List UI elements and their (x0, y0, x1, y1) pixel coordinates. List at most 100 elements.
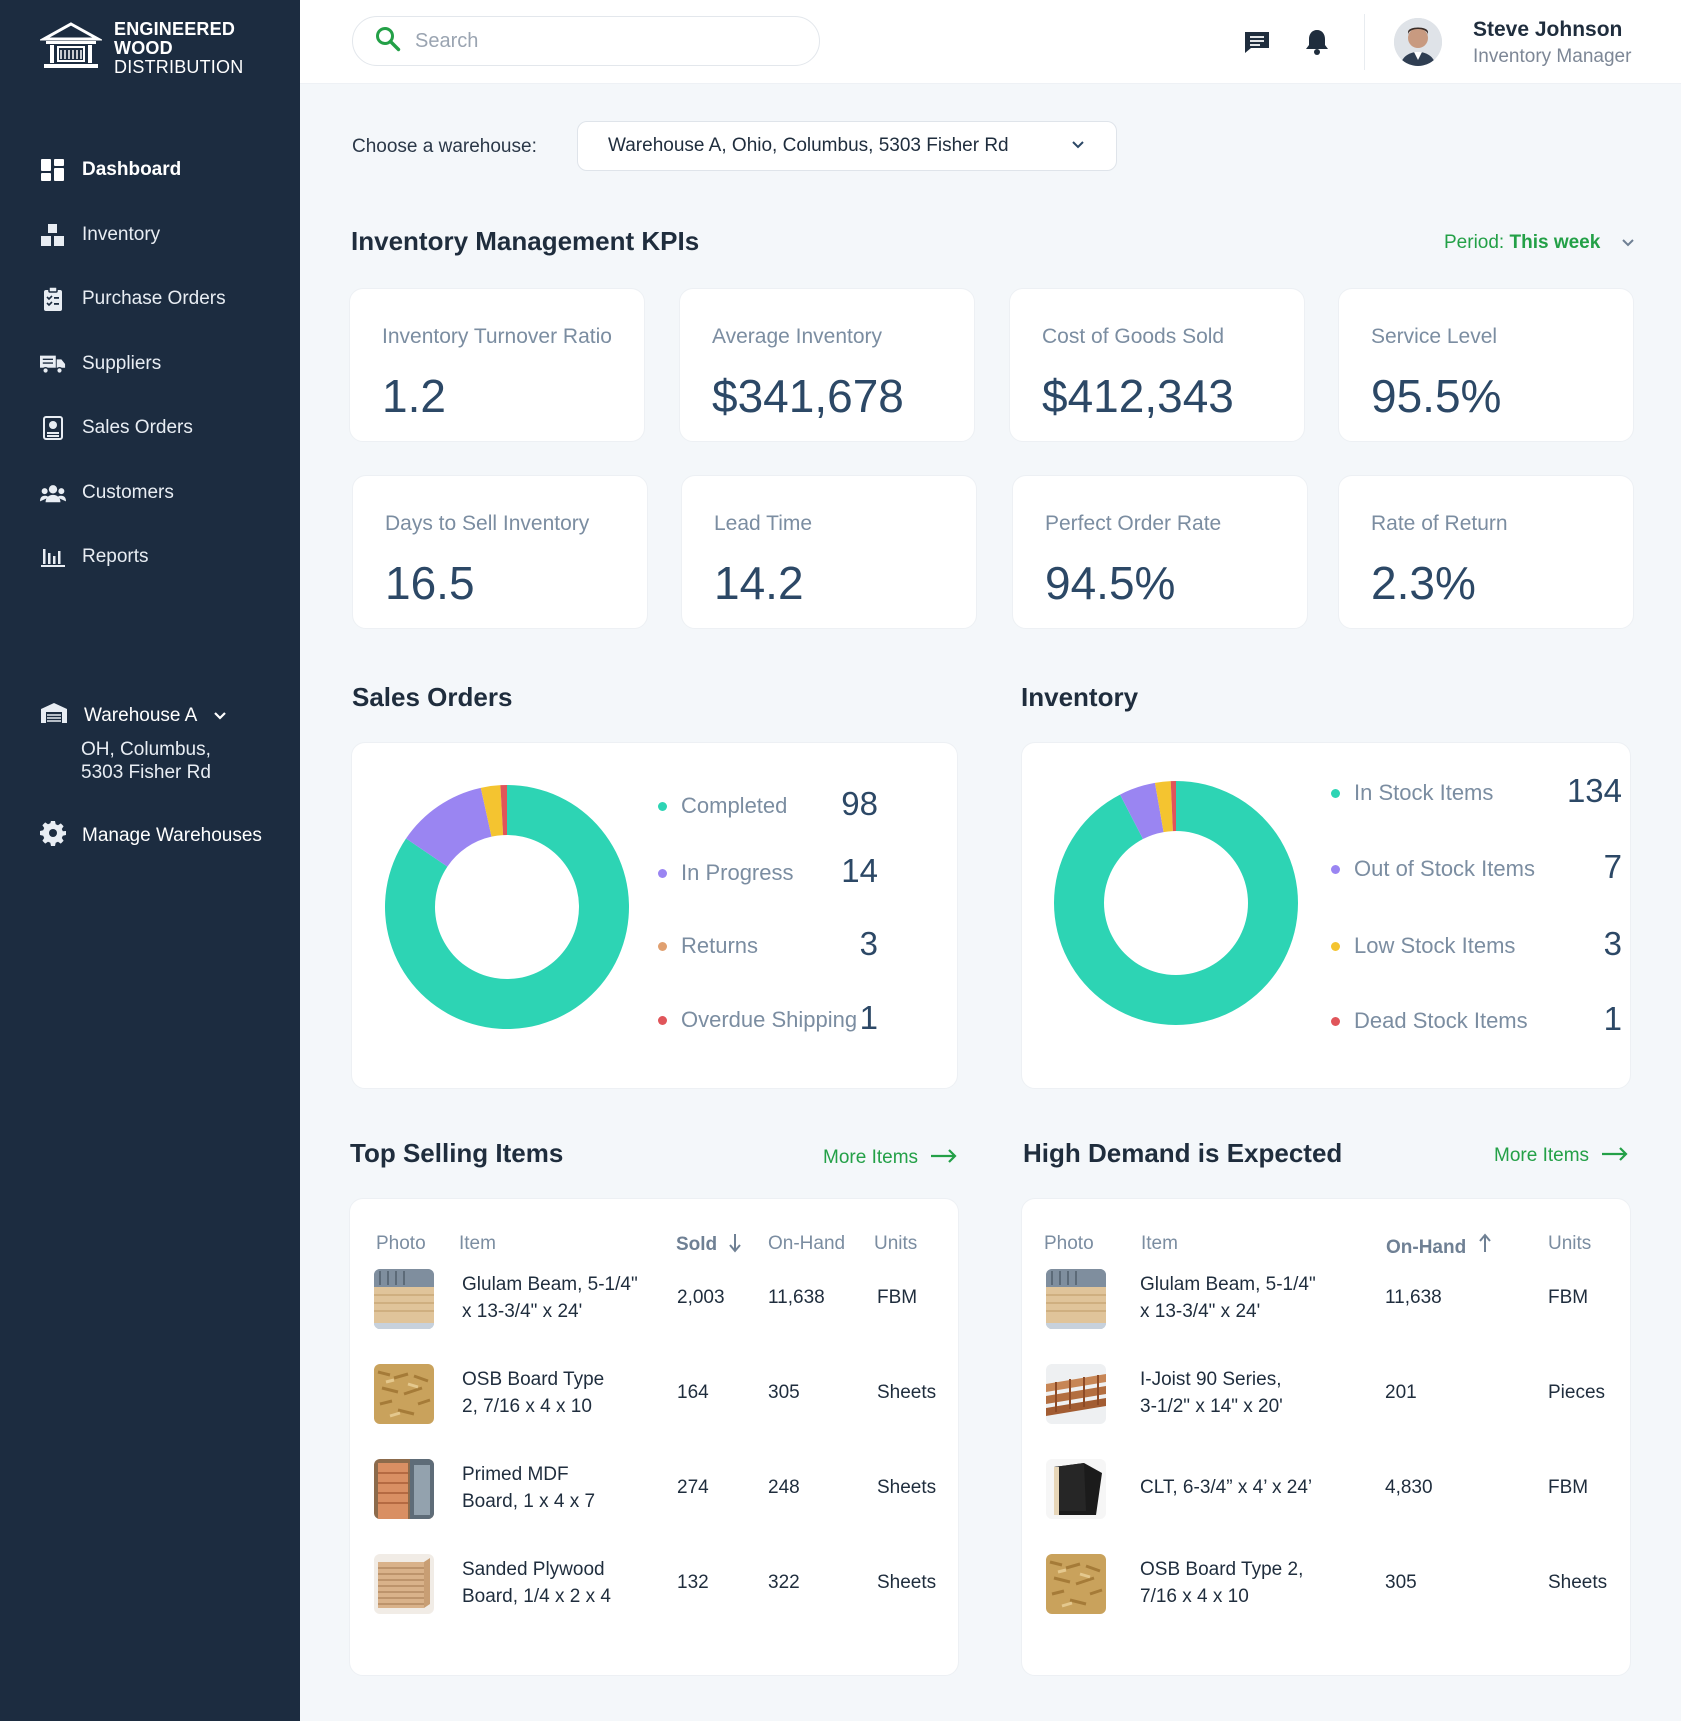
more-items-link[interactable]: More Items (823, 1147, 958, 1169)
units-cell: FBM (1548, 1477, 1589, 1498)
period-selector[interactable]: Period: This week (1444, 232, 1600, 254)
sidebar-item-label: Reports (82, 546, 149, 568)
legend-label: In Progress (681, 860, 794, 885)
sidebar-item-suppliers[interactable]: Suppliers (0, 332, 300, 397)
legend-label: Returns (681, 933, 759, 958)
bell-icon[interactable] (1303, 28, 1331, 56)
legend-item: Out of Stock Items (1331, 856, 1535, 882)
item-name-line-1: CLT, 6-3/4” x 4’ x 24’ (1140, 1477, 1313, 1498)
sidebar-item-label: Suppliers (82, 352, 162, 374)
warehouse-address: OH, Columbus, 5303 Fisher Rd (81, 738, 280, 784)
item-name-line-1: Sanded Plywood (462, 1559, 605, 1580)
item-name-line-2: x 13-3/4" x 24' (462, 1301, 583, 1322)
onhand-cell: 201 (1385, 1382, 1417, 1403)
item-name[interactable]: Glulam Beam, 5-1/4" x 13-3/4" x 24' (462, 1271, 638, 1325)
column-header-units: Units (1548, 1233, 1592, 1254)
sort-up-icon (1472, 1233, 1492, 1258)
legend-dot (1331, 864, 1340, 874)
warehouse-select-value: Warehouse A, Ohio, Columbus, 5303 Fisher… (608, 135, 1009, 156)
kpi-card: Service Level 95.5% (1338, 288, 1634, 442)
units-cell: FBM (877, 1287, 918, 1308)
kpi-label: Perfect Order Rate (1045, 512, 1222, 535)
sidebar-item-dashboard[interactable]: Dashboard (0, 138, 300, 203)
sidebar-item-reports[interactable]: Reports (0, 525, 300, 590)
column-header-sold[interactable]: Sold (676, 1233, 742, 1256)
inventory-panel: In Stock Items 134 Out of Stock Items 7 … (1021, 742, 1631, 1089)
users-icon (40, 480, 66, 506)
manage-warehouses-link[interactable]: Manage Warehouses (40, 820, 262, 852)
legend-value: 1 (859, 999, 878, 1036)
sidebar-item-label: Purchase Orders (82, 288, 226, 310)
kpi-value: 2.3% (1371, 557, 1476, 609)
sidebar-warehouse: Warehouse A OH, Columbus, 5303 Fisher Rd (40, 702, 280, 784)
brand-line-3: DISTRIBUTION (114, 57, 244, 77)
units-cell: Sheets (877, 1382, 937, 1403)
sidebar-item-inventory[interactable]: Inventory (0, 203, 300, 268)
legend-label: Dead Stock Items (1354, 1008, 1528, 1033)
legend-value: 3 (859, 925, 878, 962)
kpi-label: Days to Sell Inventory (385, 512, 590, 535)
ijoist-photo (1046, 1364, 1106, 1424)
sort-down-icon (722, 1234, 742, 1255)
sidebar-item-label: Customers (82, 481, 174, 503)
more-items-link[interactable]: More Items (1494, 1145, 1629, 1167)
column-header-item: Item (459, 1233, 496, 1254)
item-name-line-2: Board, 1 x 4 x 7 (462, 1491, 596, 1512)
onhand-cell: 11,638 (1385, 1287, 1442, 1308)
kpi-value: 14.2 (714, 557, 804, 609)
column-header-sold-label: Sold (676, 1234, 718, 1255)
item-name[interactable]: I-Joist 90 Series, 3-1/2" x 14" x 20' (1140, 1366, 1283, 1420)
sidebar-item-customers[interactable]: Customers (0, 461, 300, 526)
arrow-right-icon (930, 1147, 958, 1169)
chevron-down-icon (213, 705, 227, 727)
kpi-value: 16.5 (385, 557, 475, 609)
item-name-line-2: 2, 7/16 x 4 x 10 (462, 1396, 592, 1417)
units-cell: Sheets (877, 1572, 937, 1593)
avatar[interactable] (1394, 18, 1442, 66)
header-divider (1364, 14, 1365, 70)
receipt-icon (40, 415, 66, 441)
sidebar-item-purchase-orders[interactable]: Purchase Orders (0, 267, 300, 332)
item-name[interactable]: Primed MDF Board, 1 x 4 x 7 (462, 1461, 595, 1515)
search-input[interactable] (415, 29, 795, 53)
units-cell: FBM (1548, 1287, 1589, 1308)
legend-value: 3 (1603, 925, 1622, 962)
kpi-card: Perfect Order Rate 94.5% (1012, 475, 1308, 629)
clt-photo (1046, 1459, 1106, 1519)
kpi-card: Lead Time 14.2 (681, 475, 977, 629)
glulam-photo (1046, 1269, 1106, 1329)
item-name[interactable]: OSB Board Type 2, 7/16 x 4 x 10 (1140, 1556, 1303, 1610)
user-name: Steve Johnson (1473, 18, 1623, 41)
kpi-value: $412,343 (1042, 370, 1234, 422)
legend-dot (658, 941, 667, 951)
dashboard-icon (40, 157, 66, 183)
sales-orders-panel: Completed 98 In Progress 14 Returns 3 Ov… (351, 742, 958, 1089)
chat-icon[interactable] (1243, 28, 1271, 56)
item-name[interactable]: OSB Board Type 2, 7/16 x 4 x 10 (462, 1366, 604, 1420)
inventory-donut (1054, 781, 1298, 1025)
warehouse-select[interactable]: Warehouse A, Ohio, Columbus, 5303 Fisher… (577, 121, 1117, 171)
kpi-label: Cost of Goods Sold (1042, 325, 1225, 348)
bar-chart-icon (40, 544, 66, 570)
item-name-line-2: 7/16 x 4 x 10 (1140, 1586, 1249, 1607)
warehouse-switcher[interactable]: Warehouse A (40, 702, 280, 730)
legend-item: Completed (658, 793, 787, 819)
item-name[interactable]: CLT, 6-3/4” x 4’ x 24’ (1140, 1474, 1312, 1501)
search-box[interactable] (352, 16, 820, 66)
sidebar-item-sales-orders[interactable]: Sales Orders (0, 396, 300, 461)
kpi-label: Rate of Return (1371, 512, 1508, 535)
legend-label: In Stock Items (1354, 780, 1494, 805)
column-header-onhand[interactable]: On-Hand (1386, 1233, 1492, 1259)
brand-logo[interactable]: ENGINEERED WOOD DISTRIBUTION (38, 20, 244, 77)
item-name[interactable]: Sanded Plywood Board, 1/4 x 2 x 4 (462, 1556, 611, 1610)
legend-dot (1331, 941, 1340, 951)
kpi-value: 1.2 (382, 370, 446, 422)
kpi-card: Days to Sell Inventory 16.5 (352, 475, 648, 629)
chevron-down-icon[interactable] (1620, 234, 1636, 255)
legend-item: In Stock Items (1331, 780, 1493, 806)
legend-item: Returns (658, 933, 758, 959)
units-cell: Sheets (877, 1477, 937, 1498)
item-name[interactable]: Glulam Beam, 5-1/4" x 13-3/4" x 24' (1140, 1271, 1316, 1325)
legend-label: Low Stock Items (1354, 933, 1516, 958)
sidebar: ENGINEERED WOOD DISTRIBUTION Dashboard I… (0, 0, 300, 1721)
